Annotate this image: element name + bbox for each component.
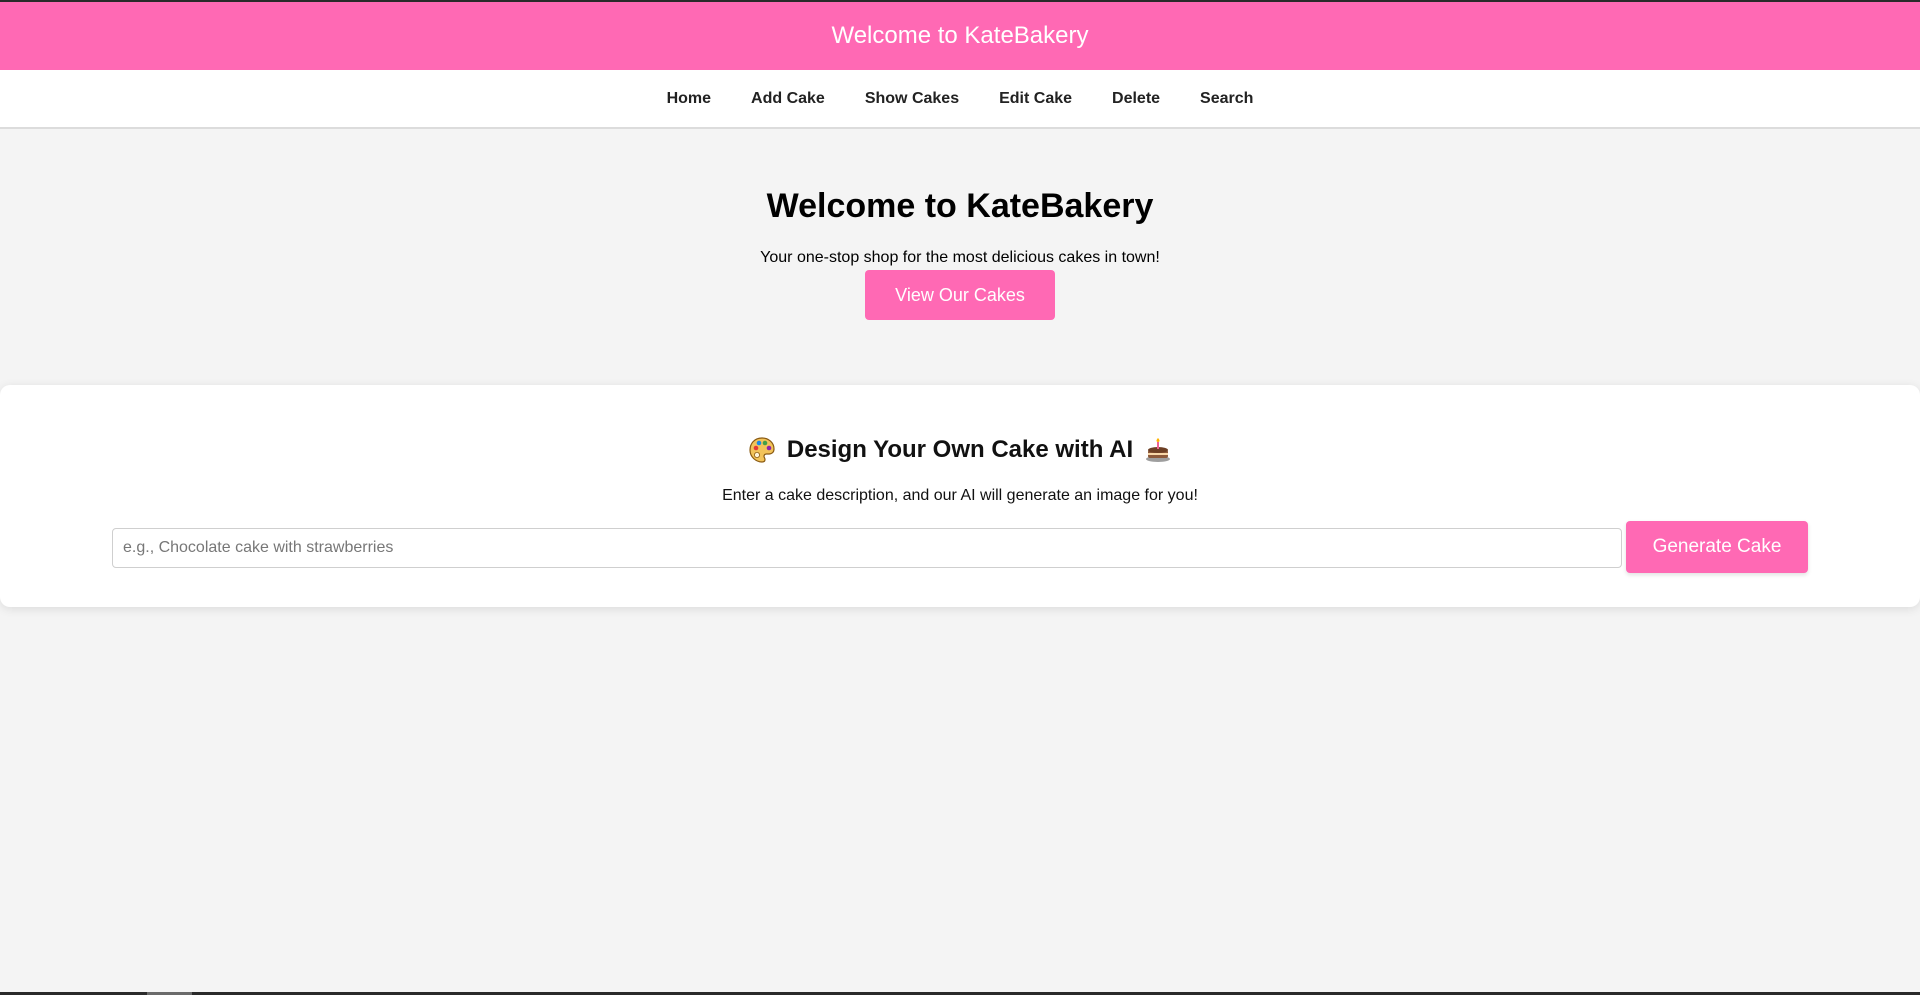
cake-description-input[interactable] [112,528,1622,568]
nav-item-show-cakes[interactable]: Show Cakes [845,90,979,108]
hero-title: Welcome to KateBakery [766,187,1154,225]
ai-section-title-text: Design Your Own Cake with AI [786,436,1134,463]
nav-item-home[interactable]: Home [647,90,731,108]
palette-icon [747,435,777,465]
page: Welcome to KateBakery Home Add Cake Show… [0,0,1920,995]
ai-section-subtitle: Enter a cake description, and our AI wil… [722,487,1198,504]
site-header: Welcome to KateBakery [0,2,1920,70]
nav-item-edit-cake[interactable]: Edit Cake [979,90,1092,108]
view-cakes-button[interactable]: View Our Cakes [865,270,1055,320]
ai-cake-designer-card: Design Your Own Cake with AI Enter a cak… [0,385,1920,607]
site-header-title: Welcome to KateBakery [831,22,1089,49]
nav-item-add-cake[interactable]: Add Cake [731,90,845,108]
main-nav: Home Add Cake Show Cakes Edit Cake Delet… [0,70,1920,129]
nav-item-delete[interactable]: Delete [1092,90,1180,108]
nav-item-search[interactable]: Search [1180,90,1273,108]
hero-subtitle: Your one-stop shop for the most deliciou… [760,249,1160,266]
ai-section-title: Design Your Own Cake with AI [0,435,1920,465]
generate-cake-button[interactable]: Generate Cake [1626,521,1808,573]
cake-icon [1143,435,1173,465]
